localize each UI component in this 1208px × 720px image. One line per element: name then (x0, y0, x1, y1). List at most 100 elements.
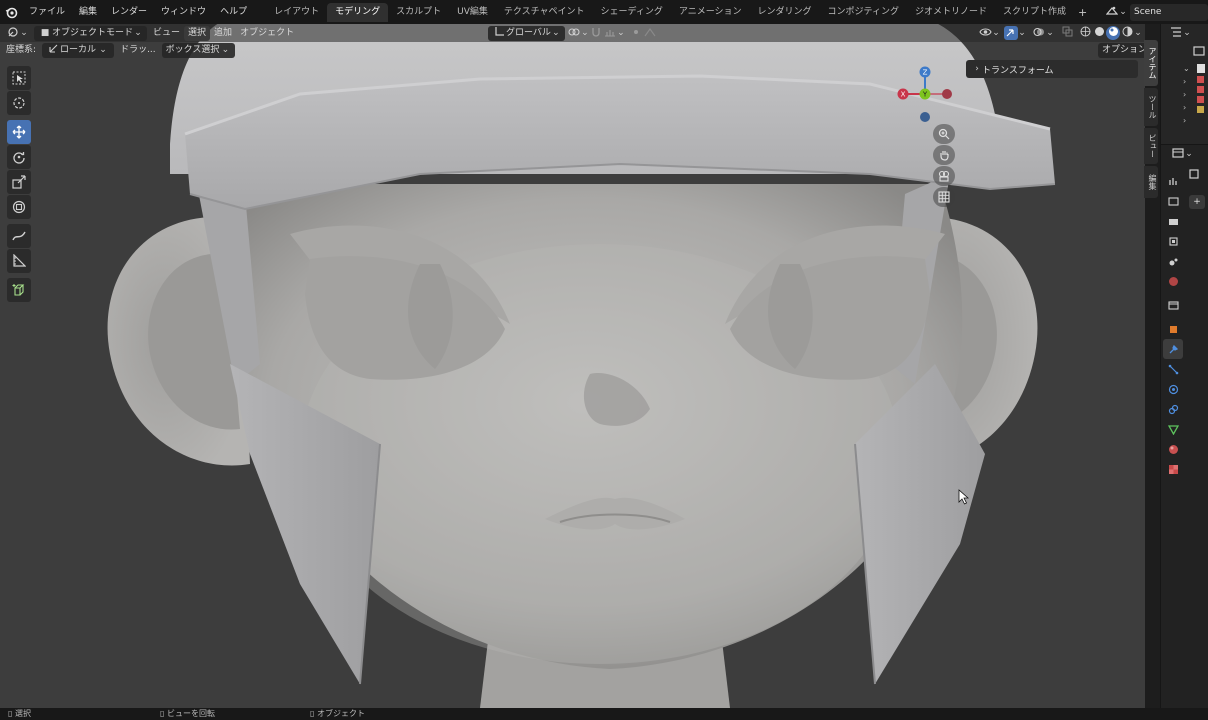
tab-shading[interactable]: シェーディング (593, 3, 671, 22)
camera-view-button[interactable] (933, 166, 955, 186)
tab-uv-editing[interactable]: UV編集 (449, 3, 496, 22)
add-workspace-button[interactable]: + (1074, 6, 1091, 19)
tab-rendering[interactable]: レンダリング (750, 3, 820, 22)
chevron-down-icon[interactable]: ⌄ (581, 26, 589, 40)
chevron-down-icon[interactable]: ⌄ (1018, 26, 1026, 40)
material-properties-icon[interactable] (1163, 439, 1183, 459)
blender-logo-icon[interactable] (0, 0, 22, 24)
chevron-down-icon[interactable]: ⌄ (1046, 26, 1054, 40)
tab-geometry-nodes[interactable]: ジオメトリノード (907, 3, 995, 22)
chevron-down-icon[interactable]: ⌄ (20, 26, 28, 40)
transform-panel-header[interactable]: › トランスフォーム (966, 60, 1138, 78)
tab-compositing[interactable]: コンポジティング (820, 3, 907, 22)
menu-edit[interactable]: 編集 (72, 0, 104, 24)
chevron-down-icon[interactable]: ⌄ (1134, 26, 1142, 40)
view-layer-properties-icon[interactable] (1163, 231, 1183, 251)
overlays-icon[interactable] (1032, 26, 1046, 40)
snap-increment-icon[interactable] (603, 26, 617, 40)
add-button[interactable]: + (1189, 195, 1205, 209)
rendered-shading-icon[interactable] (1120, 26, 1134, 40)
sidebar-tab-edit[interactable]: 編集 (1144, 166, 1158, 198)
chevron-down-icon[interactable]: ⌄ (1185, 147, 1193, 161)
tab-scripting[interactable]: スクリプト作成 (995, 3, 1074, 22)
sidebar-tab-view[interactable]: ビュー (1144, 128, 1158, 164)
tool-properties-icon[interactable] (1163, 171, 1183, 191)
snap-icon[interactable] (589, 26, 603, 40)
menu-render[interactable]: レンダー (104, 0, 154, 24)
menu-select[interactable]: 選択 (184, 25, 211, 41)
mode-selector[interactable]: ■ オブジェクトモード ⌄ (34, 25, 148, 41)
editor-type-icon[interactable] (6, 26, 20, 40)
chevron-down-icon[interactable]: ⌄ (1183, 26, 1191, 40)
measure-tool[interactable] (7, 249, 31, 273)
menu-object[interactable]: オブジェクト (236, 26, 298, 41)
physics-properties-icon[interactable] (1163, 379, 1183, 399)
rotate-tool[interactable] (7, 145, 31, 169)
chevron-right-icon[interactable]: › (1183, 88, 1190, 101)
scene-name-field[interactable]: Scene (1130, 3, 1208, 21)
gizmo-neg-x-handle[interactable] (942, 89, 952, 99)
menu-add[interactable]: 追加 (210, 26, 236, 41)
collection-properties-icon[interactable] (1163, 295, 1183, 315)
chevron-down-icon[interactable]: ⌄ (992, 26, 1000, 40)
chevron-down-icon[interactable]: ⌄ (617, 26, 625, 40)
perspective-toggle-button[interactable] (933, 187, 955, 207)
chevron-down-icon[interactable]: ⌄ (1119, 5, 1127, 19)
tab-texture-paint[interactable]: テクスチャペイント (496, 3, 593, 22)
sidebar-tab-tool[interactable]: ツール (1144, 88, 1158, 126)
tab-animation[interactable]: アニメーション (671, 3, 750, 22)
move-tool[interactable] (7, 120, 31, 144)
outliner-editor-type-icon[interactable] (1169, 26, 1183, 40)
tab-modeling[interactable]: モデリング (327, 2, 389, 22)
cursor-tool[interactable] (7, 91, 31, 115)
gizmo-toggle-icon[interactable] (1004, 26, 1018, 40)
zoom-button[interactable] (933, 124, 955, 144)
chevron-right-icon[interactable]: › (1183, 101, 1190, 114)
visibility-icon[interactable] (978, 26, 992, 40)
material-preview-icon[interactable] (1106, 26, 1120, 40)
menu-file[interactable]: ファイル (22, 0, 72, 24)
scene-icon[interactable] (1105, 5, 1119, 19)
data-properties-icon[interactable] (1163, 419, 1183, 439)
annotate-tool[interactable] (7, 224, 31, 248)
proportional-editing-icon[interactable] (629, 26, 643, 40)
modifier-properties-icon[interactable] (1163, 339, 1183, 359)
navigation-gizmo[interactable]: Z X Y (895, 64, 959, 128)
sidebar-tab-item[interactable]: アイテム (1144, 40, 1158, 86)
particle-properties-icon[interactable] (1163, 359, 1183, 379)
transform-tool[interactable] (7, 195, 31, 219)
3d-viewport[interactable]: ⌄ ■ オブジェクトモード ⌄ ビュー 選択 追加 オブジェクト グローバル ⌄… (0, 24, 1145, 708)
output-properties-icon[interactable] (1163, 211, 1183, 231)
orientation-selector[interactable]: ローカル ⌄ (42, 42, 115, 58)
constraint-properties-icon[interactable] (1163, 399, 1183, 419)
menu-help[interactable]: ヘルプ (213, 0, 254, 24)
falloff-icon[interactable] (643, 26, 657, 40)
chevron-right-icon[interactable]: › (1183, 75, 1190, 88)
select-box-tool[interactable] (7, 66, 31, 90)
tab-sculpt[interactable]: スカルプト (388, 3, 449, 22)
properties-editor[interactable]: ⌄ + (1160, 144, 1208, 708)
options-dropdown[interactable]: オプション ⌄ (1098, 42, 1145, 58)
chevron-down-icon[interactable]: ⌄ (1183, 62, 1190, 75)
menu-window[interactable]: ウィンドウ (154, 0, 213, 24)
wireframe-shading-icon[interactable] (1078, 26, 1092, 40)
texture-properties-icon[interactable] (1163, 459, 1183, 479)
world-properties-icon[interactable] (1163, 271, 1183, 291)
scale-tool[interactable] (7, 170, 31, 194)
pan-button[interactable] (933, 145, 955, 165)
pivot-point-icon[interactable] (567, 26, 581, 40)
menu-view[interactable]: ビュー (149, 26, 184, 41)
transform-orientation-selector[interactable]: グローバル ⌄ (488, 25, 565, 41)
xray-icon[interactable] (1060, 26, 1074, 40)
object-properties-icon[interactable] (1163, 319, 1183, 339)
gizmo-neg-z-handle[interactable] (920, 112, 930, 122)
scene-properties-icon[interactable] (1163, 251, 1183, 271)
drag-action-selector[interactable]: ボックス選択 ⌄ (161, 42, 236, 58)
render-properties-icon[interactable] (1163, 191, 1183, 211)
outliner-editor[interactable]: ⌄ ⌄ › › › › (1160, 24, 1208, 144)
chevron-right-icon[interactable]: › (1183, 114, 1190, 127)
pin-icon[interactable] (1189, 169, 1199, 182)
properties-editor-type-icon[interactable] (1171, 147, 1185, 161)
solid-shading-icon[interactable] (1092, 26, 1106, 40)
tab-layout[interactable]: レイアウト (266, 3, 327, 22)
